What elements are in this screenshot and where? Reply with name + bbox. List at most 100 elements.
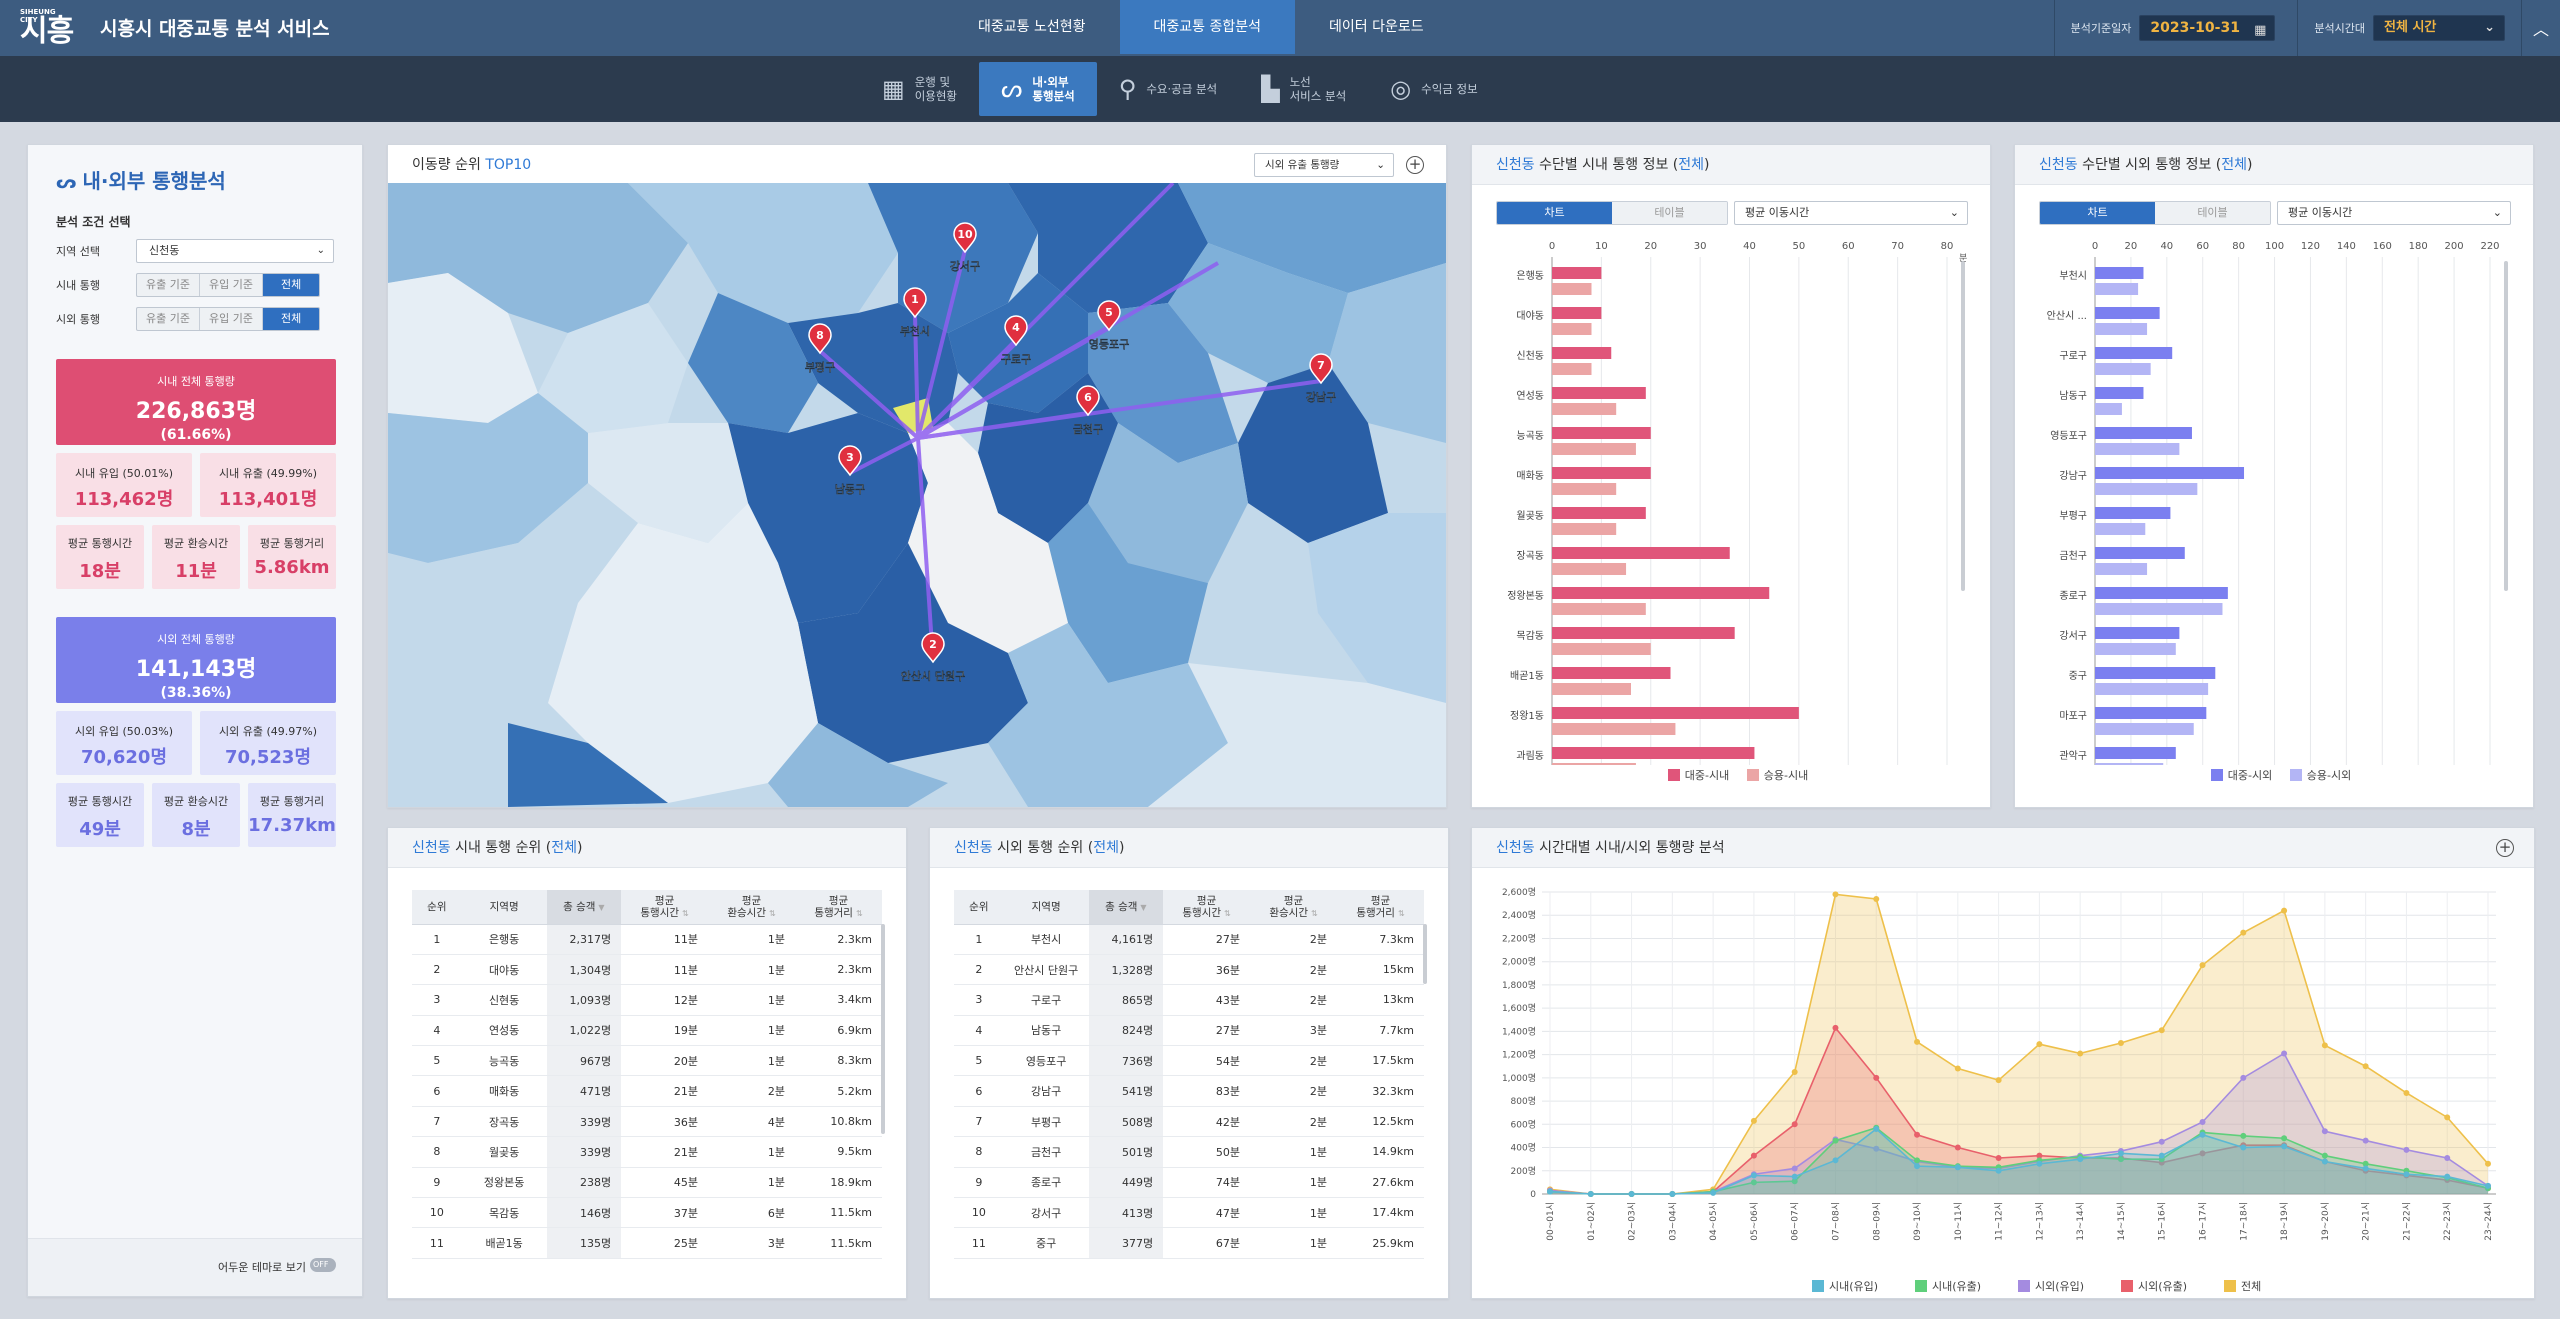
choropleth-map[interactable]: 1 부천시 2 안산시 단원구 3 남동구 4 구로구 5 영등포구 6 금천구 7 강남구 8 부평구 10 강…	[388, 183, 1446, 807]
map-expand-icon[interactable]: +	[1406, 156, 1424, 174]
legend-swatch[interactable]	[1812, 1280, 1824, 1292]
data-point[interactable]	[2444, 1154, 2451, 1161]
data-point[interactable]	[2158, 1152, 2165, 1159]
data-point[interactable]	[2199, 962, 2206, 969]
data-point[interactable]	[1628, 1191, 1635, 1197]
table-row[interactable]: 11 배곧1동 135명 25분 3분 11.5km	[412, 1227, 882, 1259]
bar-car[interactable]	[2095, 643, 2176, 655]
metric-select[interactable]: 평균 이동시간 ⌄	[1734, 201, 1968, 225]
data-point[interactable]	[2321, 1128, 2328, 1135]
bar-car[interactable]	[2095, 523, 2146, 535]
legend-swatch[interactable]	[2121, 1280, 2133, 1292]
bar-public[interactable]	[2095, 307, 2160, 319]
legend-swatch[interactable]	[2018, 1280, 2030, 1292]
legend-label[interactable]: 시외(유입)	[2035, 1280, 2084, 1293]
bar-public[interactable]	[2095, 387, 2144, 399]
chart-scrollbar[interactable]	[2504, 261, 2508, 591]
date-picker[interactable]: 2023-10-31 ▦	[2139, 15, 2276, 41]
data-point[interactable]	[2485, 1182, 2491, 1189]
metric-select[interactable]: 평균 이동시간 ⌄	[2277, 201, 2511, 225]
data-point[interactable]	[1791, 1069, 1798, 1076]
data-point[interactable]	[2036, 1160, 2043, 1167]
data-point[interactable]	[2444, 1173, 2451, 1180]
bar-public[interactable]	[1552, 307, 1602, 319]
bar-car[interactable]	[1552, 563, 1627, 575]
column-header[interactable]: 평균 환승시간 ⇅	[708, 890, 795, 925]
table-row[interactable]: 1 부천시 4,161명 27분 2분 7.3km	[954, 924, 1424, 955]
data-point[interactable]	[2362, 1063, 2369, 1070]
bar-public[interactable]	[1552, 667, 1671, 679]
data-point[interactable]	[2240, 929, 2247, 936]
data-point[interactable]	[2321, 1158, 2328, 1165]
bar-public[interactable]	[2095, 667, 2216, 679]
region-select[interactable]: 신천동 ⌄	[136, 239, 334, 263]
subtab-internal-external[interactable]: ᔕ 내·외부 통행분석	[979, 62, 1097, 116]
data-point[interactable]	[2199, 1118, 2206, 1125]
data-point[interactable]	[1750, 1172, 1757, 1179]
inner-outflow-option[interactable]: 유출 기준	[137, 274, 200, 296]
bar-public[interactable]	[2095, 747, 2176, 759]
table-scrollbar[interactable]	[1423, 924, 1427, 984]
data-point[interactable]	[1954, 1144, 1961, 1151]
time-select[interactable]: 전체 시간 ⌄	[2373, 15, 2505, 41]
chart-scrollbar[interactable]	[1961, 261, 1965, 591]
tab-table[interactable]: 테이블	[2155, 202, 2270, 224]
data-point[interactable]	[2403, 1146, 2410, 1153]
data-point[interactable]	[1791, 1173, 1798, 1180]
table-scrollbar[interactable]	[881, 924, 885, 1134]
column-header[interactable]: 평균 통행시간 ⇅	[1163, 890, 1251, 925]
subtab-revenue[interactable]: ◎ 수익금 정보	[1368, 62, 1500, 116]
tab-table[interactable]: 테이블	[1612, 202, 1727, 224]
data-point[interactable]	[1954, 1065, 1961, 1072]
bar-public[interactable]	[2095, 547, 2185, 559]
data-point[interactable]	[2240, 1144, 2247, 1151]
data-point[interactable]	[1954, 1164, 1961, 1171]
data-point[interactable]	[2321, 1152, 2328, 1159]
bar-public[interactable]	[2095, 427, 2192, 439]
data-point[interactable]	[2077, 1156, 2084, 1163]
data-point[interactable]	[1873, 1074, 1880, 1081]
bar-public[interactable]	[1552, 747, 1755, 759]
table-row[interactable]: 11 중구 377명 67분 1분 25.9km	[954, 1227, 1424, 1259]
bar-car[interactable]	[2095, 483, 2198, 495]
bar-car[interactable]	[2095, 723, 2194, 735]
table-row[interactable]: 2 대야동 1,304명 11분 1분 2.3km	[412, 954, 882, 986]
bar-car[interactable]	[2095, 443, 2180, 455]
table-row[interactable]: 8 월곶동 339명 21분 1분 9.5km	[412, 1136, 882, 1168]
data-point[interactable]	[1547, 1188, 1553, 1195]
bar-public[interactable]	[1552, 347, 1612, 359]
bar-public[interactable]	[2095, 587, 2228, 599]
data-point[interactable]	[2362, 1137, 2369, 1144]
data-point[interactable]	[1832, 1157, 1839, 1164]
map-flow-select[interactable]: 시외 유출 통행량 ⌄	[1254, 153, 1394, 177]
data-point[interactable]	[1914, 1131, 1921, 1138]
bar-car[interactable]	[2095, 363, 2151, 375]
column-header[interactable]: 평균 환승시간 ⇅	[1250, 890, 1337, 925]
data-point[interactable]	[2281, 1143, 2288, 1150]
bar-car[interactable]	[1552, 403, 1617, 415]
expand-icon[interactable]: +	[2496, 839, 2514, 857]
data-point[interactable]	[1873, 1125, 1880, 1132]
legend-label[interactable]: 시내(유출)	[1932, 1280, 1981, 1293]
data-point[interactable]	[2158, 1138, 2165, 1145]
bar-car[interactable]	[1552, 283, 1592, 295]
column-header[interactable]: 평균 통행거리 ⇅	[1337, 890, 1424, 925]
legend-swatch[interactable]	[1915, 1280, 1927, 1292]
data-point[interactable]	[1791, 1121, 1798, 1128]
bar-car[interactable]	[2095, 603, 2223, 615]
bar-public[interactable]	[1552, 507, 1646, 519]
data-point[interactable]	[1873, 895, 1880, 902]
outer-all-option[interactable]: 전체	[262, 308, 320, 330]
data-point[interactable]	[1750, 1152, 1757, 1159]
data-point[interactable]	[2281, 907, 2288, 914]
data-point[interactable]	[1914, 1038, 1921, 1045]
table-row[interactable]: 2 안산시 단원구 1,328명 36분 2분 15km	[954, 954, 1424, 986]
bar-public[interactable]	[1552, 427, 1651, 439]
data-point[interactable]	[2362, 1165, 2369, 1172]
bar-public[interactable]	[2095, 707, 2207, 719]
legend-label[interactable]: 전체	[2241, 1280, 2261, 1293]
data-point[interactable]	[2117, 1150, 2124, 1157]
bar-car[interactable]	[2095, 323, 2148, 335]
table-row[interactable]: 4 남동구 824명 27분 3분 7.7km	[954, 1015, 1424, 1047]
data-point[interactable]	[2077, 1050, 2084, 1057]
